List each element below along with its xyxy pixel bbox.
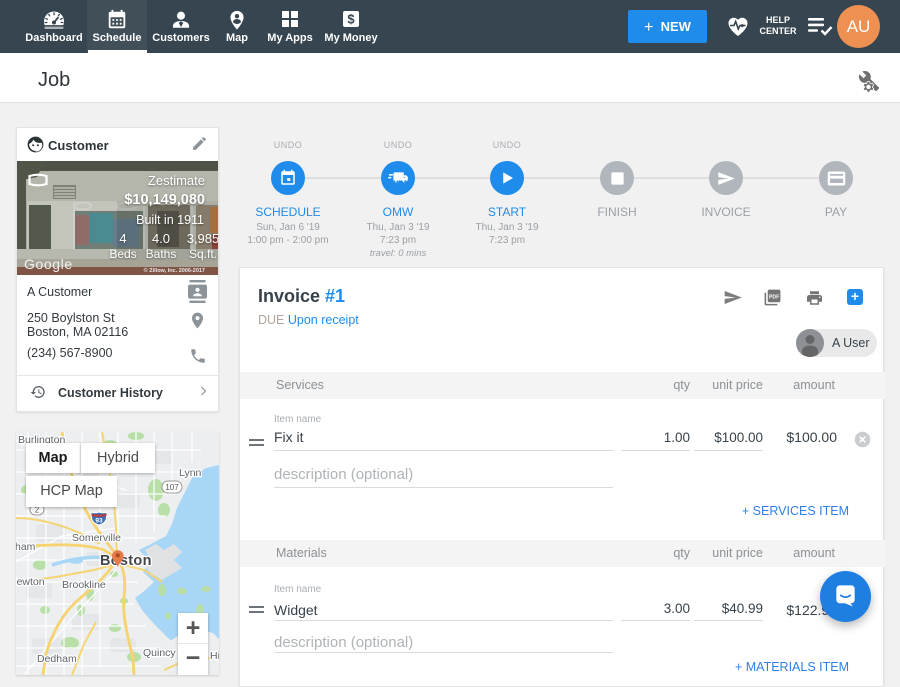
- svg-text:$: $: [347, 12, 355, 27]
- svg-text:ham: ham: [16, 541, 36, 553]
- svg-text:Lynn: Lynn: [179, 467, 202, 479]
- svg-text:Quincy: Quincy: [143, 647, 176, 659]
- svg-text:93: 93: [95, 518, 103, 525]
- svg-text:Boston: Boston: [100, 553, 152, 569]
- svg-text:PDF: PDF: [769, 294, 779, 300]
- svg-text:Dedham: Dedham: [37, 653, 77, 665]
- svg-text:Brookline: Brookline: [62, 579, 106, 591]
- svg-text:Newton: Newton: [16, 576, 45, 588]
- svg-text:Hi: Hi: [210, 650, 219, 662]
- svg-text:Somerville: Somerville: [72, 532, 121, 544]
- svg-text:107: 107: [165, 483, 179, 492]
